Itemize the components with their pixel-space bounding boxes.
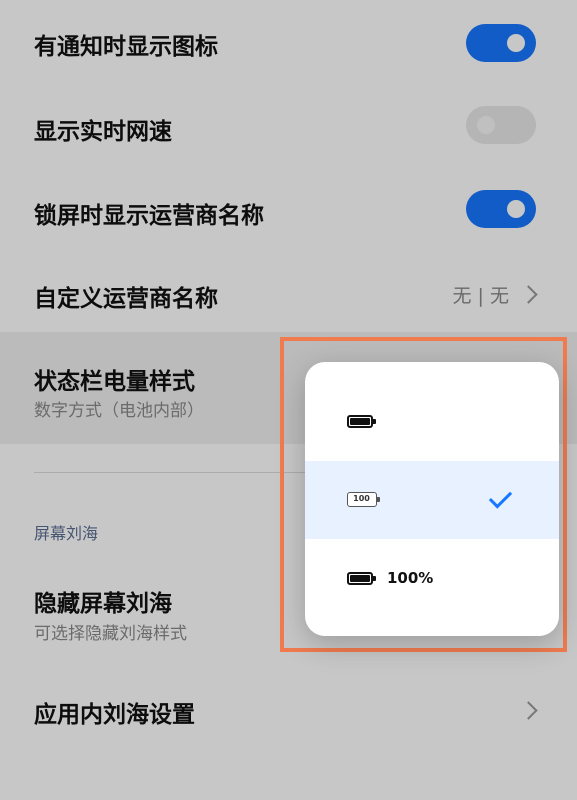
battery-fill bbox=[350, 418, 370, 425]
battery-percent-label: 100% bbox=[387, 569, 434, 587]
battery-icon bbox=[347, 572, 376, 585]
battery-fill bbox=[350, 575, 370, 582]
battery-option-percent[interactable]: 100% bbox=[305, 539, 559, 617]
battery-option-plain[interactable] bbox=[305, 383, 559, 461]
battery-icon bbox=[347, 415, 376, 428]
battery-number-badge: 100 bbox=[353, 494, 370, 503]
checkmark-icon bbox=[488, 485, 513, 509]
battery-icon-number: 100 bbox=[347, 492, 380, 507]
battery-option-number-inside[interactable]: 100 bbox=[305, 461, 559, 539]
battery-style-popup: 100 100% bbox=[305, 362, 559, 636]
